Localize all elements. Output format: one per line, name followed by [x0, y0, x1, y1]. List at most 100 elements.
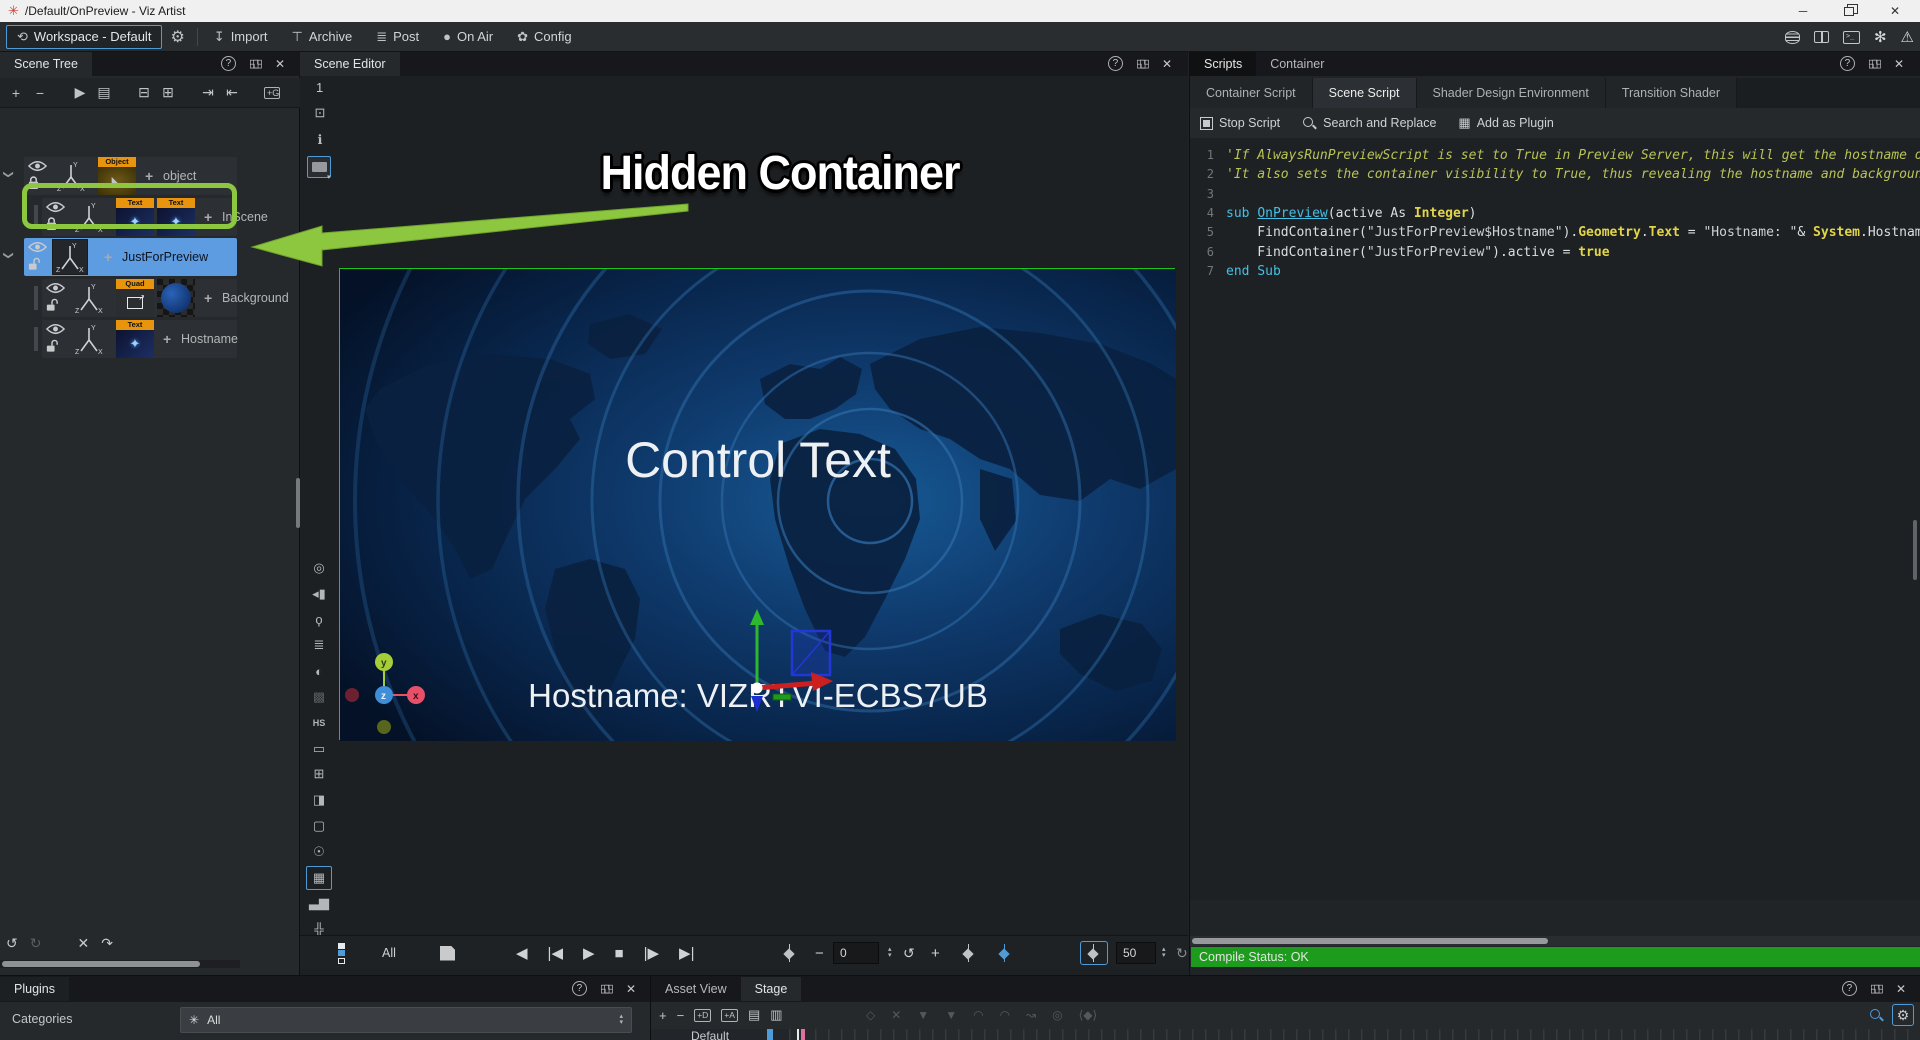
- lock-icon[interactable]: [28, 257, 40, 274]
- stop-script-button[interactable]: Stop Script: [1200, 116, 1280, 130]
- diamond-icon[interactable]: ⟨◆⟩: [1079, 1008, 1098, 1022]
- keyframe-icon[interactable]: [782, 936, 796, 970]
- contrast-icon[interactable]: ◐: [306, 659, 332, 683]
- container-label[interactable]: InScene: [222, 210, 268, 224]
- archive-button[interactable]: ⊤ Archive: [280, 22, 365, 52]
- curve-path-icon[interactable]: ↝: [1026, 1008, 1036, 1022]
- add-group-icon[interactable]: +G: [264, 87, 280, 99]
- tab-scripts[interactable]: Scripts: [1190, 52, 1256, 76]
- tab-plugins[interactable]: Plugins: [0, 977, 69, 1001]
- redo-icon[interactable]: ↻: [30, 935, 42, 952]
- close-icon[interactable]: ✕: [1896, 982, 1906, 996]
- maximize-icon[interactable]: ◱◳: [1136, 57, 1149, 70]
- timeline-ruler[interactable]: [789, 1029, 1920, 1040]
- visibility-eye-icon[interactable]: [46, 201, 65, 216]
- library-icon[interactable]: [1814, 31, 1829, 43]
- camera-icon[interactable]: ◎: [306, 556, 332, 580]
- transform-icon[interactable]: ▩: [306, 685, 332, 709]
- performance-icon[interactable]: ▃▆: [306, 891, 332, 915]
- animation-set-label[interactable]: All: [382, 936, 396, 970]
- merge-container-icon[interactable]: ⇥: [200, 84, 216, 101]
- container-thumbnail[interactable]: ↗Quad: [116, 279, 154, 317]
- frame-field[interactable]: [833, 942, 879, 964]
- code-vscrollbar[interactable]: [1913, 520, 1917, 580]
- scene-tree-hscrollbar[interactable]: [0, 960, 240, 968]
- keyframe-save-icon[interactable]: [440, 936, 455, 970]
- tree-row-Background[interactable]: YZX↗Quad+Background: [0, 279, 300, 317]
- help-icon[interactable]: ?: [572, 981, 587, 996]
- bounding-box-icon[interactable]: ▦: [306, 866, 332, 890]
- expand-tree-icon[interactable]: ⊞: [160, 84, 176, 101]
- remove-icon[interactable]: −: [677, 1008, 685, 1023]
- help-icon[interactable]: ?: [221, 56, 236, 71]
- console-icon[interactable]: >_: [1843, 31, 1860, 44]
- side-view-icon[interactable]: ◨: [306, 788, 332, 812]
- maximize-icon[interactable]: ◱◳: [600, 982, 613, 995]
- filter-down-icon[interactable]: ▼: [917, 1008, 929, 1022]
- tab-transition-shader[interactable]: Transition Shader: [1606, 78, 1737, 108]
- add-director-icon[interactable]: +D: [694, 1009, 711, 1022]
- visibility-eye-icon[interactable]: [46, 282, 65, 297]
- add-property-icon[interactable]: +: [145, 168, 153, 184]
- rect-icon[interactable]: ▢: [306, 814, 332, 838]
- speed-spinner[interactable]: ▴▾: [1162, 936, 1166, 970]
- import-button[interactable]: ↧ Import: [202, 22, 280, 52]
- workspace-button[interactable]: ⟲ Workspace - Default: [6, 25, 162, 49]
- container-thumbnail[interactable]: [157, 279, 195, 317]
- loop-icon[interactable]: ↺: [903, 936, 915, 970]
- delete-keyframe-icon[interactable]: ✕: [891, 1008, 901, 1022]
- go-to-start-button[interactable]: |◀: [548, 944, 563, 962]
- tab-scene-script[interactable]: Scene Script: [1313, 78, 1417, 108]
- help-icon[interactable]: ?: [1840, 56, 1855, 71]
- frame-spinner[interactable]: ▴▾: [888, 936, 892, 970]
- config-button[interactable]: ✿ Config: [505, 22, 583, 52]
- tab-asset-view[interactable]: Asset View: [651, 977, 741, 1001]
- scene-canvas[interactable]: Control Text Hostname: VIZRTVI-ECBS7UB: [339, 268, 1175, 740]
- tab-container-script[interactable]: Container Script: [1190, 78, 1313, 108]
- add-action-icon[interactable]: +A: [721, 1009, 738, 1022]
- visibility-eye-icon[interactable]: [46, 323, 65, 338]
- maximize-icon[interactable]: ◱◳: [249, 57, 262, 70]
- go-to-end-button[interactable]: ▶|: [679, 944, 694, 962]
- workspace-settings-button[interactable]: ⚙: [162, 22, 192, 52]
- script-code-editor[interactable]: 1'If AlwaysRunPreviewScript is set to Tr…: [1190, 138, 1920, 900]
- curve-loop-icon[interactable]: ◎: [1052, 1008, 1062, 1022]
- add-as-plugin-button[interactable]: ▦ Add as Plugin: [1458, 115, 1553, 131]
- note-icon[interactable]: ▤: [96, 84, 112, 101]
- tab-stage[interactable]: Stage: [741, 977, 802, 1001]
- lock-icon[interactable]: [28, 176, 39, 193]
- play-range-icon[interactable]: ▤: [748, 1007, 760, 1023]
- container-label[interactable]: Hostname: [181, 332, 238, 346]
- speed-mode-button[interactable]: [1080, 940, 1108, 966]
- visibility-eye-icon[interactable]: [28, 241, 47, 256]
- close-icon[interactable]: ✕: [1894, 57, 1904, 71]
- maximize-icon[interactable]: ◱◳: [1868, 57, 1881, 70]
- search-replace-button[interactable]: Search and Replace: [1302, 116, 1436, 131]
- split-container-icon[interactable]: ⇤: [224, 84, 240, 101]
- chevron-down-icon[interactable]: ❯: [3, 251, 14, 259]
- add-property-icon[interactable]: +: [204, 290, 212, 306]
- light-icon[interactable]: ϙ: [306, 608, 332, 632]
- close-icon[interactable]: ✕: [1162, 57, 1172, 71]
- zoom-search-icon[interactable]: [1869, 1008, 1884, 1023]
- scene-settings-icon[interactable]: ≣: [306, 633, 332, 657]
- title-area-icon[interactable]: ▭: [306, 737, 332, 761]
- tree-row-Hostname[interactable]: YZX✦Text+Hostname: [0, 320, 300, 358]
- tree-row-object[interactable]: ❯YZX◣Object+object: [0, 157, 300, 195]
- info-icon[interactable]: ℹ: [308, 129, 332, 151]
- tree-row-InScene[interactable]: YZX✦Text✦Text+InScene: [0, 198, 300, 236]
- post-button[interactable]: ≣ Post: [364, 22, 431, 52]
- layer-toggle-icon[interactable]: [338, 936, 345, 970]
- play-from-current-button[interactable]: |▶: [644, 944, 659, 962]
- container-label[interactable]: object: [163, 169, 196, 183]
- center-mark-icon[interactable]: ⊞: [306, 762, 332, 786]
- camera-select-icon[interactable]: [307, 156, 331, 178]
- clip-icon[interactable]: ▥: [770, 1007, 782, 1023]
- chevron-down-icon[interactable]: ❯: [3, 170, 14, 178]
- bulb-icon[interactable]: ☉: [306, 840, 332, 864]
- add-property-icon[interactable]: +: [104, 249, 112, 265]
- filter-x-icon[interactable]: ▼: [945, 1008, 957, 1022]
- stage-settings-button[interactable]: ⚙: [1892, 1004, 1914, 1026]
- layer-manager-icon[interactable]: ⊡: [308, 102, 332, 124]
- keyframe-current-icon[interactable]: [997, 936, 1011, 970]
